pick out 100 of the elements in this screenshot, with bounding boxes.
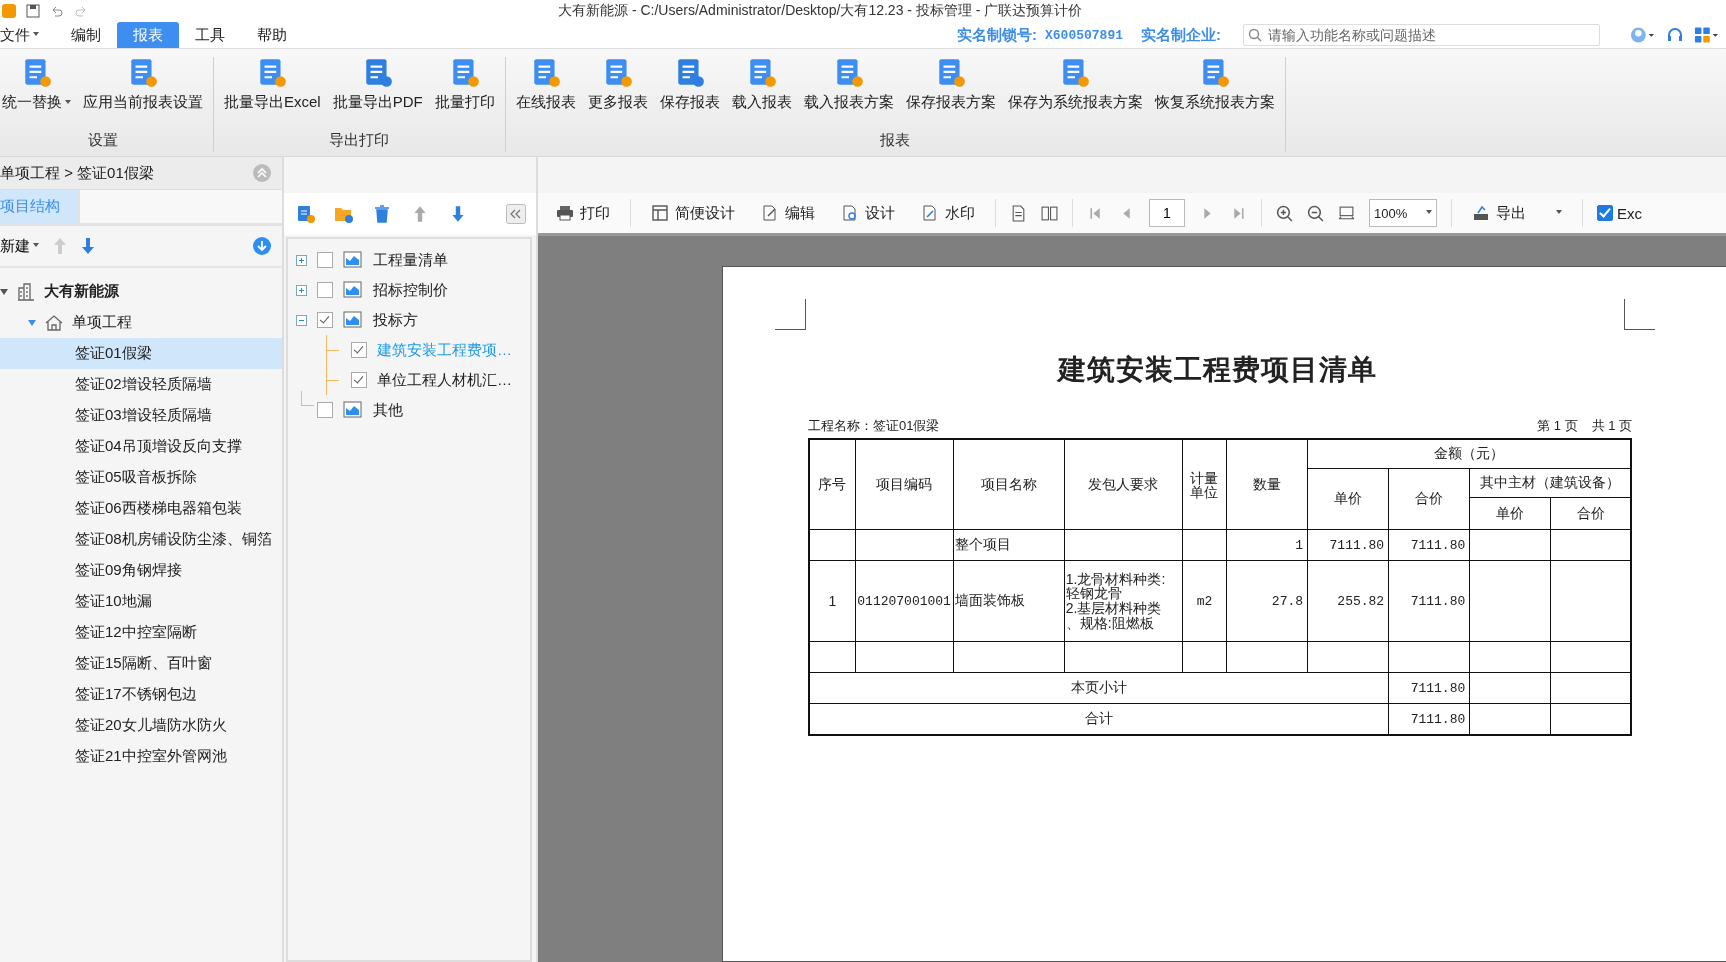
tree-item[interactable]: 大有新能源 [44, 282, 119, 301]
tree-item[interactable]: 签证10地漏 [0, 586, 282, 617]
checkbox[interactable] [317, 402, 333, 418]
zoom-dropdown[interactable]: 100% [1369, 199, 1437, 227]
ribbon-button[interactable]: 批量导出Excel [218, 57, 327, 131]
document-icon [128, 57, 158, 89]
page-number-field[interactable]: 1 [1149, 199, 1185, 227]
menu-item[interactable]: 工具 [179, 22, 241, 48]
ribbon-button[interactable]: 更多报表 [581, 57, 654, 131]
tree-item[interactable]: 签证03增设轻质隔墙 [0, 400, 282, 431]
excel-checkbox[interactable]: Exc [1597, 204, 1642, 222]
table-cell: 本页小计 [809, 672, 1389, 704]
expand-icon[interactable] [296, 254, 307, 266]
checkbox[interactable] [317, 282, 333, 298]
building-icon [16, 281, 36, 302]
zoom-in-icon[interactable] [1276, 204, 1293, 222]
column-header: 计量单位 [1182, 439, 1227, 530]
two-page-icon[interactable] [1041, 204, 1058, 222]
report-folder-icon [343, 251, 363, 269]
print-button[interactable]: 打印 [550, 203, 616, 223]
tree-item[interactable]: 签证04吊顶增设反向支撑 [0, 431, 282, 462]
tree-item[interactable]: 单项工程 [72, 313, 132, 332]
expand-arrow-icon[interactable] [0, 288, 8, 295]
tree-item[interactable]: 签证08机房铺设防尘漆、铜箔 [0, 524, 282, 555]
menu-item[interactable]: 编制 [55, 22, 117, 48]
ribbon-button[interactable]: 统一替换 [0, 57, 77, 131]
tree-item[interactable]: 签证21中控室外管网池 [0, 741, 282, 772]
tree-item[interactable]: 签证01假梁 [0, 338, 282, 369]
tree-item[interactable]: 招标控制价 [373, 280, 448, 300]
checkbox[interactable] [317, 312, 333, 328]
tree-item[interactable]: 签证17不锈钢包边 [0, 679, 282, 710]
table-cell-text: 、规格:阻燃板 [1065, 615, 1154, 631]
down-arrow-icon[interactable] [81, 237, 95, 255]
ribbon-button[interactable]: 载入报表 [725, 57, 798, 131]
column-header: 数量 [1226, 439, 1308, 530]
new-button[interactable]: 新建 [0, 236, 39, 256]
checkbox[interactable] [317, 252, 333, 268]
expand-icon[interactable] [296, 284, 307, 296]
ribbon-button[interactable]: 在线报表 [509, 57, 582, 131]
edit-button[interactable]: 编辑 [755, 203, 821, 223]
tree-item[interactable]: 签证12中控室隔断 [0, 617, 282, 648]
table-cell-text: 2.基层材料种类 [1065, 601, 1163, 616]
table-cell-text: 1.龙骨材料种类: [1065, 571, 1167, 587]
ribbon-button[interactable]: 批量导出PDF [326, 57, 429, 131]
table-cell: 墙面装饰板 [953, 560, 1065, 642]
window-title: 大有新能源 - C:/Users/Administrator/Desktop/大有12.23 - 投标管理 - 广联达预算计价 [558, 2, 1083, 20]
tree-item[interactable]: 签证15隔断、百叶窗 [0, 648, 282, 679]
tree-item[interactable]: 其他 [373, 400, 403, 420]
column-header: 项目名称 [953, 439, 1065, 530]
expand-arrow-icon[interactable] [28, 319, 36, 326]
report-title: 建筑安装工程费项目清单 [1055, 353, 1378, 387]
crop-mark [775, 299, 806, 330]
tree-item[interactable]: 签证20女儿墙防水防火 [0, 710, 282, 741]
collapse-panel-icon[interactable] [506, 204, 526, 224]
ribbon-button[interactable]: 应用当前报表设置 [77, 57, 209, 131]
checkbox[interactable] [351, 372, 367, 388]
search-field[interactable]: 请输入功能名称或问题描述 [1243, 24, 1600, 46]
table-cell: 7111.80 [1388, 672, 1470, 704]
table-cell-text: 轻钢龙骨 [1065, 586, 1123, 601]
fit-width-icon[interactable] [1338, 204, 1355, 222]
tree-item[interactable]: 投标方 [373, 310, 418, 330]
add-report-icon[interactable] [296, 204, 316, 224]
project-name: 工程名称：签证01假梁 [808, 417, 940, 435]
tree-item[interactable]: 签证02增设轻质隔墙 [0, 369, 282, 400]
ribbon-button[interactable]: 批量打印 [428, 57, 501, 131]
user-icon[interactable] [1630, 26, 1656, 44]
printer-icon [556, 205, 574, 221]
save-icon[interactable] [26, 4, 40, 18]
menu-item[interactable]: 帮助 [241, 22, 303, 48]
export-button[interactable]: 导出 [1466, 203, 1568, 223]
export-icon [1472, 205, 1490, 221]
ribbon-button[interactable]: 保存报表 [653, 57, 726, 131]
report-folder-icon [343, 311, 363, 329]
table-cell: 011207001001 [855, 560, 954, 642]
ribbon-button[interactable]: 载入报表方案 [797, 57, 900, 131]
tree-item[interactable]: 单位工程人材机汇… [377, 370, 512, 390]
undo-icon[interactable] [50, 4, 64, 18]
apps-icon[interactable] [1694, 26, 1720, 44]
collapse-icon[interactable] [296, 314, 307, 326]
ribbon-button[interactable]: 恢复系统报表方案 [1148, 57, 1281, 131]
download-icon[interactable] [252, 236, 272, 256]
single-page-icon[interactable] [1010, 204, 1027, 222]
easy-design-button[interactable]: 简便设计 [645, 203, 741, 223]
menu-item[interactable]: 文件 [0, 22, 55, 48]
crop-mark [1624, 299, 1655, 330]
watermark-button[interactable]: 水印 [915, 203, 981, 223]
page-number: 第 1 页 [1537, 417, 1578, 435]
delete-icon[interactable] [372, 204, 392, 224]
breadcrumb: 单项工程 > 签证01假梁 [0, 163, 154, 183]
tree-item[interactable]: 工程量清单 [373, 250, 448, 270]
tree-item[interactable]: 签证06西楼梯电器箱包装 [0, 493, 282, 524]
zoom-out-icon[interactable] [1307, 204, 1324, 222]
ribbon-button[interactable]: 保存为系统报表方案 [1001, 57, 1149, 131]
ribbon-button[interactable]: 保存报表方案 [899, 57, 1002, 131]
watermark-icon [921, 205, 939, 221]
design-button[interactable]: 设计 [835, 203, 901, 223]
tree-item[interactable]: 签证09角钢焊接 [0, 555, 282, 586]
checkbox[interactable] [351, 342, 367, 358]
tree-item[interactable]: 签证05吸音板拆除 [0, 462, 282, 493]
table-cell: 255.82 [1307, 560, 1389, 642]
